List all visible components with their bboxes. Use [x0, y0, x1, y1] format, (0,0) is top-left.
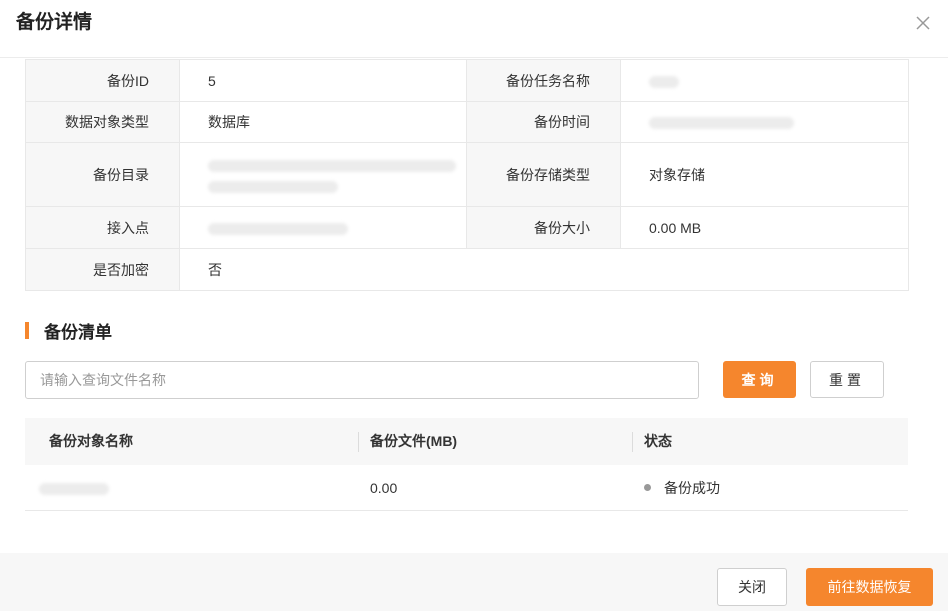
section-title-text: 备份清单	[44, 322, 112, 342]
backup-time-value	[620, 101, 909, 143]
dialog-header: 备份详情	[0, 0, 948, 58]
section-accent-bar	[25, 321, 29, 339]
status-text: 备份成功	[664, 479, 720, 496]
column-header-object-name[interactable]: 备份对象名称	[25, 418, 358, 465]
data-object-type-label: 数据对象类型	[25, 101, 180, 143]
file-search-input[interactable]	[25, 361, 699, 399]
close-icon[interactable]	[914, 14, 932, 32]
details-row: 是否加密 否	[25, 248, 909, 291]
details-row: 数据对象类型 数据库 备份时间	[25, 101, 909, 143]
encrypted-label: 是否加密	[25, 248, 180, 291]
encrypted-value: 否	[179, 248, 909, 291]
backup-dir-value	[179, 142, 467, 207]
backup-id-label: 备份ID	[25, 59, 180, 102]
backup-time-label: 备份时间	[466, 101, 621, 143]
backup-size-label: 备份大小	[466, 206, 621, 249]
table-row: 0.00 备份成功	[25, 465, 908, 511]
table-header: 备份对象名称 备份文件(MB) 状态	[25, 418, 908, 465]
dialog-title: 备份详情	[16, 12, 93, 33]
backup-list-table: 备份对象名称 备份文件(MB) 状态 0.00 备份成功	[25, 418, 908, 511]
close-button[interactable]: 关闭	[717, 568, 787, 606]
access-point-label: 接入点	[25, 206, 180, 249]
cell-file-size: 0.00	[370, 479, 398, 496]
query-button[interactable]: 查询	[723, 361, 796, 398]
task-name-value	[620, 59, 909, 102]
backup-details-table: 备份ID 5 备份任务名称 数据对象类型 数据库 备份时间 备份目录 备份存储类…	[25, 59, 909, 291]
backup-id-value: 5	[179, 59, 467, 102]
column-header-status[interactable]: 状态	[632, 418, 908, 465]
cell-object-name	[25, 480, 358, 496]
reset-button[interactable]: 重置	[810, 361, 884, 398]
go-to-restore-button[interactable]: 前往数据恢复	[806, 568, 933, 606]
column-header-file-size[interactable]: 备份文件(MB)	[358, 418, 632, 465]
task-name-label: 备份任务名称	[466, 59, 621, 102]
status-dot-icon	[644, 484, 651, 492]
cell-status: 备份成功	[632, 478, 908, 498]
backup-size-value: 0.00 MB	[620, 206, 909, 249]
details-row: 接入点 备份大小 0.00 MB	[25, 206, 909, 249]
data-object-type-value: 数据库	[179, 101, 467, 143]
storage-type-value: 对象存储	[620, 142, 909, 207]
backup-list-section-title: 备份清单	[25, 320, 112, 342]
details-row: 备份目录 备份存储类型 对象存储	[25, 142, 909, 207]
access-point-value	[179, 206, 467, 249]
details-row: 备份ID 5 备份任务名称	[25, 59, 909, 102]
storage-type-label: 备份存储类型	[466, 142, 621, 207]
backup-dir-label: 备份目录	[25, 142, 180, 207]
